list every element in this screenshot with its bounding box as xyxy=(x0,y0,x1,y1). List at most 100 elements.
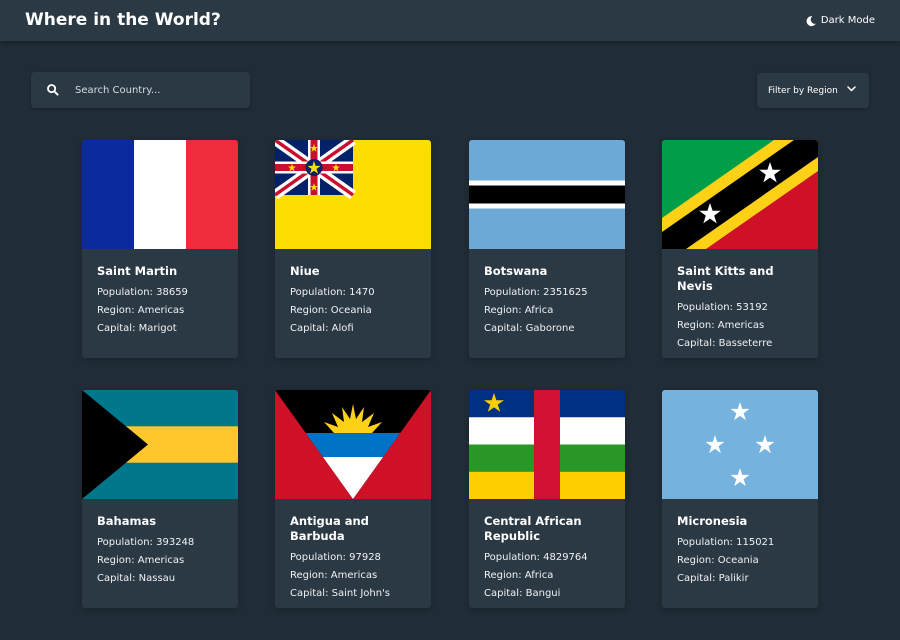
field-value: 2351625 xyxy=(543,287,588,298)
country-details: Saint Martin Population: 38659 Region: A… xyxy=(97,264,228,338)
field-label: Region: xyxy=(290,570,328,581)
field-label: Capital: xyxy=(97,573,136,584)
country-card-antigua-and-barbuda[interactable]: Antigua and Barbuda Population: 97928 Re… xyxy=(275,390,431,608)
field-label: Population: xyxy=(97,287,153,298)
field-value: Marigot xyxy=(138,323,177,334)
country-population: Population: 4829764 xyxy=(484,549,615,567)
dark-mode-toggle[interactable]: Dark Mode xyxy=(805,12,875,29)
flag-antigua-and-barbuda xyxy=(275,390,431,499)
field-value: 393248 xyxy=(156,537,195,548)
top-bar: Where in the World? Dark Mode xyxy=(0,0,900,41)
field-value: 97928 xyxy=(349,552,381,563)
flag-bahamas xyxy=(82,390,238,499)
field-label: Region: xyxy=(677,320,715,331)
region-filter-dropdown[interactable]: Filter by Region xyxy=(757,73,869,108)
country-population: Population: 97928 xyxy=(290,549,421,567)
flag-niue xyxy=(275,140,431,249)
field-value: Africa xyxy=(524,570,554,581)
country-population: Population: 53192 xyxy=(677,299,808,317)
field-value: Basseterre xyxy=(718,338,773,349)
country-region: Region: Americas xyxy=(677,317,808,335)
field-label: Region: xyxy=(97,555,135,566)
field-value: Bangui xyxy=(525,588,561,599)
country-population: Population: 38659 xyxy=(97,284,228,302)
country-details: Saint Kitts and Nevis Population: 53192 … xyxy=(677,264,808,353)
country-capital: Capital: Bangui xyxy=(484,585,615,603)
country-card-botswana[interactable]: Botswana Population: 2351625 Region: Afr… xyxy=(469,140,625,358)
country-card-saint-kitts-and-nevis[interactable]: Saint Kitts and Nevis Population: 53192 … xyxy=(662,140,818,358)
field-label: Population: xyxy=(677,302,733,313)
country-card-central-african-republic[interactable]: Central African Republic Population: 482… xyxy=(469,390,625,608)
field-value: Oceania xyxy=(330,305,372,316)
field-value: Oceania xyxy=(717,555,759,566)
field-label: Population: xyxy=(484,552,540,563)
field-value: 38659 xyxy=(156,287,188,298)
search-icon xyxy=(47,84,59,96)
country-region: Region: Africa xyxy=(484,302,615,320)
country-capital: Capital: Marigot xyxy=(97,320,228,338)
field-label: Capital: xyxy=(677,573,716,584)
field-value: Palikir xyxy=(718,573,749,584)
country-card-saint-martin[interactable]: Saint Martin Population: 38659 Region: A… xyxy=(82,140,238,358)
search-input[interactable] xyxy=(75,72,245,108)
field-label: Region: xyxy=(290,305,328,316)
field-value: Alofi xyxy=(331,323,354,334)
country-name: Bahamas xyxy=(97,514,157,528)
field-value: Africa xyxy=(524,305,554,316)
field-label: Capital: xyxy=(484,323,523,334)
flag-saint-kitts-and-nevis xyxy=(662,140,818,249)
field-label: Capital: xyxy=(677,338,716,349)
field-value: Americas xyxy=(330,570,378,581)
country-region: Region: Americas xyxy=(290,567,421,585)
country-card-bahamas[interactable]: Bahamas Population: 393248 Region: Ameri… xyxy=(82,390,238,608)
country-capital: Capital: Palikir xyxy=(677,570,808,588)
country-capital: Capital: Alofi xyxy=(290,320,421,338)
field-label: Capital: xyxy=(484,588,523,599)
field-value: 4829764 xyxy=(543,552,588,563)
field-value: Gaborone xyxy=(525,323,575,334)
country-region: Region: Oceania xyxy=(677,552,808,570)
country-details: Central African Republic Population: 482… xyxy=(484,514,615,603)
country-card-niue[interactable]: Niue Population: 1470 Region: Oceania Ca… xyxy=(275,140,431,358)
flag-botswana xyxy=(469,140,625,249)
country-name: Saint Kitts and Nevis xyxy=(677,264,774,293)
country-population: Population: 2351625 xyxy=(484,284,615,302)
country-card-micronesia[interactable]: Micronesia Population: 115021 Region: Oc… xyxy=(662,390,818,608)
field-label: Capital: xyxy=(290,323,329,334)
app-title: Where in the World? xyxy=(25,10,221,30)
country-population: Population: 393248 xyxy=(97,534,228,552)
field-label: Capital: xyxy=(290,588,329,599)
field-label: Region: xyxy=(484,570,522,581)
field-value: 115021 xyxy=(736,537,775,548)
country-details: Micronesia Population: 115021 Region: Oc… xyxy=(677,514,808,588)
country-region: Region: Americas xyxy=(97,552,228,570)
country-region: Region: Americas xyxy=(97,302,228,320)
dark-mode-label: Dark Mode xyxy=(820,15,875,26)
field-value: Nassau xyxy=(138,573,176,584)
field-value: Saint John's xyxy=(331,588,391,599)
moon-icon xyxy=(806,15,816,26)
field-label: Population: xyxy=(97,537,153,548)
field-value: 53192 xyxy=(736,302,768,313)
field-label: Region: xyxy=(484,305,522,316)
field-label: Capital: xyxy=(97,323,136,334)
field-label: Region: xyxy=(677,555,715,566)
region-filter-label: Filter by Region xyxy=(768,85,838,96)
country-name: Antigua and Barbuda xyxy=(290,514,369,543)
country-region: Region: Oceania xyxy=(290,302,421,320)
search-box xyxy=(31,72,250,108)
field-label: Population: xyxy=(290,552,346,563)
field-label: Population: xyxy=(290,287,346,298)
country-details: Bahamas Population: 393248 Region: Ameri… xyxy=(97,514,228,588)
field-value: Americas xyxy=(717,320,765,331)
field-label: Population: xyxy=(677,537,733,548)
field-value: Americas xyxy=(137,305,185,316)
field-label: Population: xyxy=(484,287,540,298)
country-capital: Capital: Basseterre xyxy=(677,335,808,353)
country-capital: Capital: Nassau xyxy=(97,570,228,588)
country-name: Botswana xyxy=(484,264,548,278)
field-label: Region: xyxy=(97,305,135,316)
country-population: Population: 1470 xyxy=(290,284,421,302)
country-name: Saint Martin xyxy=(97,264,178,278)
flag-saint-martin xyxy=(82,140,238,249)
